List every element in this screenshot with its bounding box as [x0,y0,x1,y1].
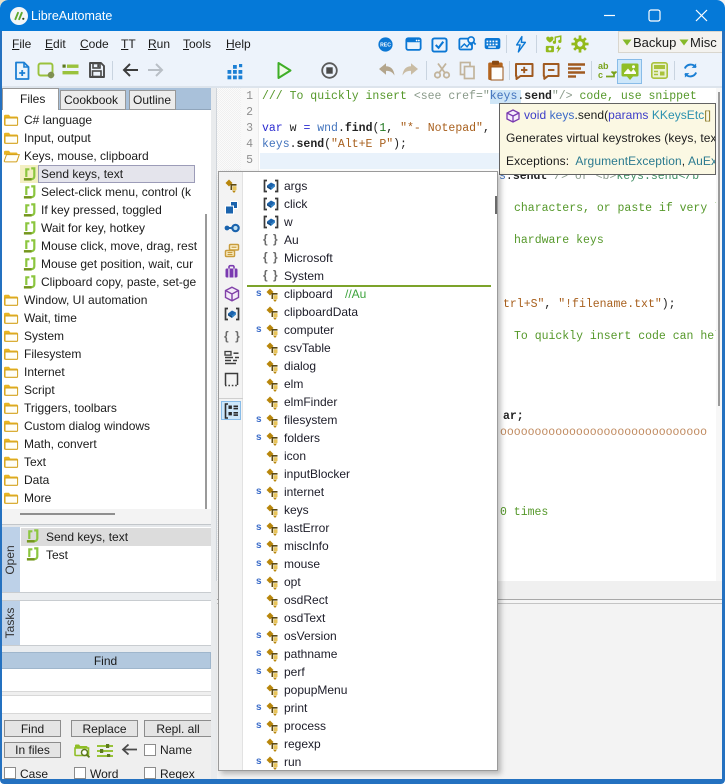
svg-text:c: c [598,70,603,80]
svg-text:REC: REC [380,42,391,48]
